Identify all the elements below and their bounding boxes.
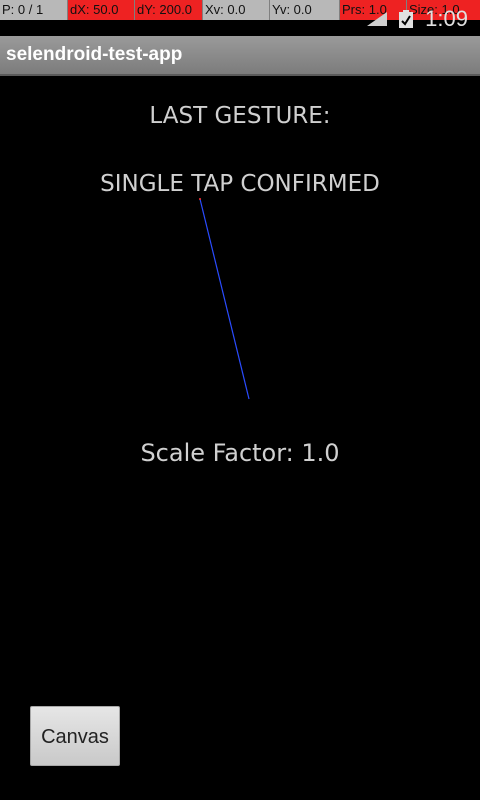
status-time: 1:09 [425,6,468,31]
app-title: selendroid-test-app [6,44,183,65]
signal-icon [367,12,387,26]
pointer-x-velocity: Xv: 0.0 [203,0,270,20]
pointer-y-velocity: Yv: 0.0 [270,0,340,20]
pointer-dx: dX: 50.0 [68,0,135,20]
canvas-button[interactable]: Canvas [30,706,120,766]
gesture-trace-line [199,198,250,400]
battery-icon [399,10,413,28]
gesture-trace-start [199,198,201,200]
gesture-value: SINGLE TAP CONFIRMED [100,171,380,197]
pointer-dy: dY: 200.0 [135,0,203,20]
action-bar: selendroid-test-app [0,36,480,76]
last-gesture-label: LAST GESTURE: [149,103,331,129]
scale-factor: Scale Factor: 1.0 [140,439,340,467]
pointer-count: P: 0 / 1 [0,0,68,20]
